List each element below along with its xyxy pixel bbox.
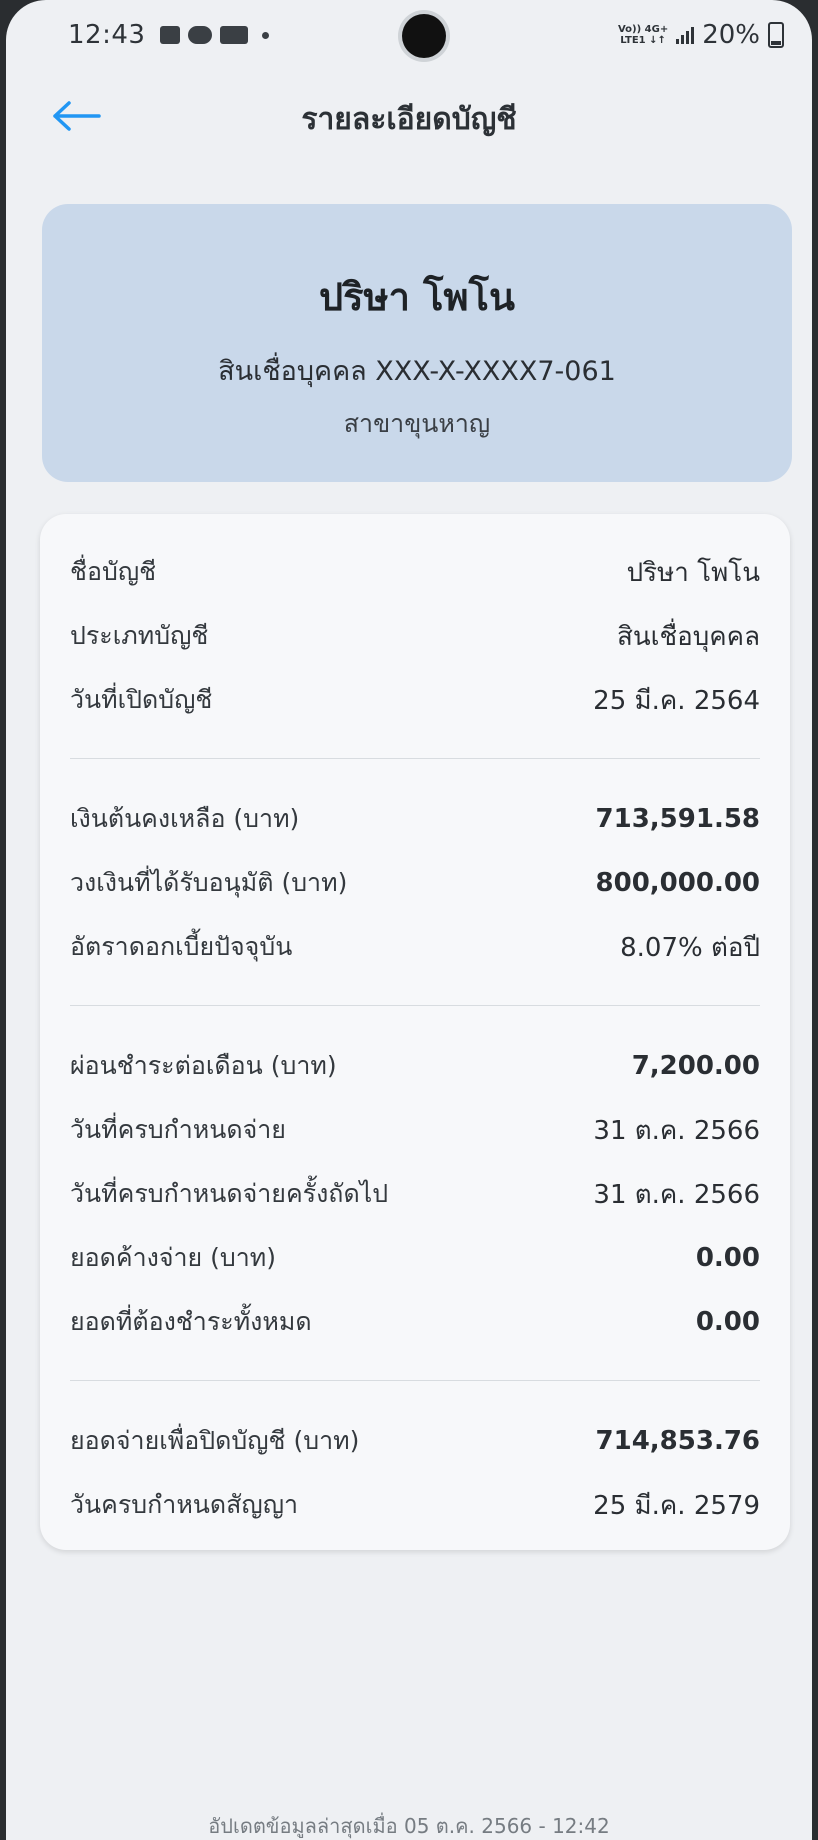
battery-icon [768,22,784,48]
section-divider [70,1005,760,1006]
detail-row-contract-end-date: วันครบกำหนดสัญญา 25 มี.ค. 2579 [70,1473,760,1537]
page-title: รายละเอียดบัญชี [301,102,517,137]
closing-section: ยอดจ่ายเพื่อปิดบัญชี (บาท) 714,853.76 วั… [40,1409,790,1537]
status-indicators: Vo)) 4G+ LTE1 ↓↑ 20% [618,20,784,50]
detail-label: ยอดจ่ายเพื่อปิดบัญชี (บาท) [70,1426,360,1455]
detail-label: เงินต้นคงเหลือ (บาท) [70,804,300,833]
detail-value: 714,853.76 [595,1426,760,1456]
detail-row-overdue-amount: ยอดค้างจ่าย (บาท) 0.00 [70,1226,760,1290]
detail-label: ประเภทบัญชี [70,621,209,650]
detail-row-approved-limit: วงเงินที่ได้รับอนุมัติ (บาท) 800,000.00 [70,851,760,915]
detail-row-open-date: วันที่เปิดบัญชี 25 มี.ค. 2564 [70,668,760,732]
detail-label: วงเงินที่ได้รับอนุมัติ (บาท) [70,868,348,897]
detail-row-total-due: ยอดที่ต้องชำระทั้งหมด 0.00 [70,1290,760,1354]
detail-row-next-due-date: วันที่ครบกำหนดจ่ายครั้งถัดไป 31 ต.ค. 256… [70,1162,760,1226]
detail-row-account-name: ชื่อบัญชี ปริษา โพโน [70,540,760,604]
detail-label: วันที่เปิดบัญชี [70,685,213,714]
detail-label: วันครบกำหนดสัญญา [70,1490,299,1519]
detail-value: ปริษา โพโน [626,557,760,588]
detail-row-monthly-payment: ผ่อนชำระต่อเดือน (บาท) 7,200.00 [70,1034,760,1098]
detail-value: 25 มี.ค. 2579 [593,1490,760,1521]
detail-value: 31 ต.ค. 2566 [593,1179,760,1210]
last-updated-note: อัปเดตข้อมูลล่าสุดเมื่อ 05 ต.ค. 2566 - 1… [208,1814,610,1838]
detail-label: วันที่ครบกำหนดจ่ายครั้งถัดไป [70,1179,389,1208]
notification-icons [160,26,269,44]
detail-row-due-date: วันที่ครบกำหนดจ่าย 31 ต.ค. 2566 [70,1098,760,1162]
signal-strength-icon [676,26,695,44]
detail-row-account-type: ประเภทบัญชี สินเชื่อบุคคล [70,604,760,668]
section-divider [70,758,760,759]
branch-name: สาขาขุนหาญ [343,409,491,438]
network-type-indicator: Vo)) 4G+ LTE1 ↓↑ [618,24,668,46]
detail-value: 713,591.58 [595,804,760,834]
status-bar: 12:43 Vo)) 4G+ LTE1 ↓↑ 20% [6,0,812,70]
detail-value: สินเชื่อบุคคล [616,621,760,652]
app-screen: 12:43 Vo)) 4G+ LTE1 ↓↑ 20% รายละเอียดบัญ… [6,0,812,1840]
detail-row-interest-rate: อัตราดอกเบี้ยปัจจุบัน 8.07% ต่อปี [70,915,760,979]
detail-row-payoff-amount: ยอดจ่ายเพื่อปิดบัญชี (บาท) 714,853.76 [70,1409,760,1473]
detail-value: 0.00 [695,1307,760,1337]
detail-label: ยอดที่ต้องชำระทั้งหมด [70,1307,312,1336]
detail-label: ผ่อนชำระต่อเดือน (บาท) [70,1051,337,1080]
payment-section: ผ่อนชำระต่อเดือน (บาท) 7,200.00 วันที่คร… [40,1034,790,1354]
account-type-number: สินเชื่อบุคคล XXX-X-XXXX7-061 [218,356,616,387]
detail-value: 25 มี.ค. 2564 [593,685,760,716]
front-camera [402,14,446,58]
status-time: 12:43 [68,20,146,50]
battery-level: 20% [702,20,760,50]
detail-value: 0.00 [695,1243,760,1273]
gallery-notification-icon [160,26,180,44]
detail-label: อัตราดอกเบี้ยปัจจุบัน [70,932,293,961]
account-info-section: ชื่อบัญชี ปริษา โพโน ประเภทบัญชี สินเชื่… [40,540,790,732]
more-notifications-dot-icon [262,31,269,39]
detail-value: 8.07% ต่อปี [620,932,760,963]
account-summary-card: ปริษา โพโน สินเชื่อบุคคล XXX-X-XXXX7-061… [42,204,792,482]
detail-value: 7,200.00 [631,1051,760,1081]
account-holder-name: ปริษา โพโน [319,275,515,319]
app-notification-icon [220,26,248,44]
detail-label: วันที่ครบกำหนดจ่าย [70,1115,286,1144]
network-type-top: Vo)) 4G+ [617,24,669,35]
network-type-bottom: LTE1 ↓↑ [620,35,666,46]
line-notification-icon [188,26,212,44]
account-details-card: ชื่อบัญชี ปริษา โพโน ประเภทบัญชี สินเชื่… [40,514,790,1550]
detail-label: ยอดค้างจ่าย (บาท) [70,1243,277,1272]
detail-row-principal-balance: เงินต้นคงเหลือ (บาท) 713,591.58 [70,787,760,851]
detail-label: ชื่อบัญชี [70,557,157,586]
detail-value: 31 ต.ค. 2566 [593,1115,760,1146]
loan-balance-section: เงินต้นคงเหลือ (บาท) 713,591.58 วงเงินที… [40,787,790,979]
detail-value: 800,000.00 [595,868,760,898]
section-divider [70,1380,760,1381]
